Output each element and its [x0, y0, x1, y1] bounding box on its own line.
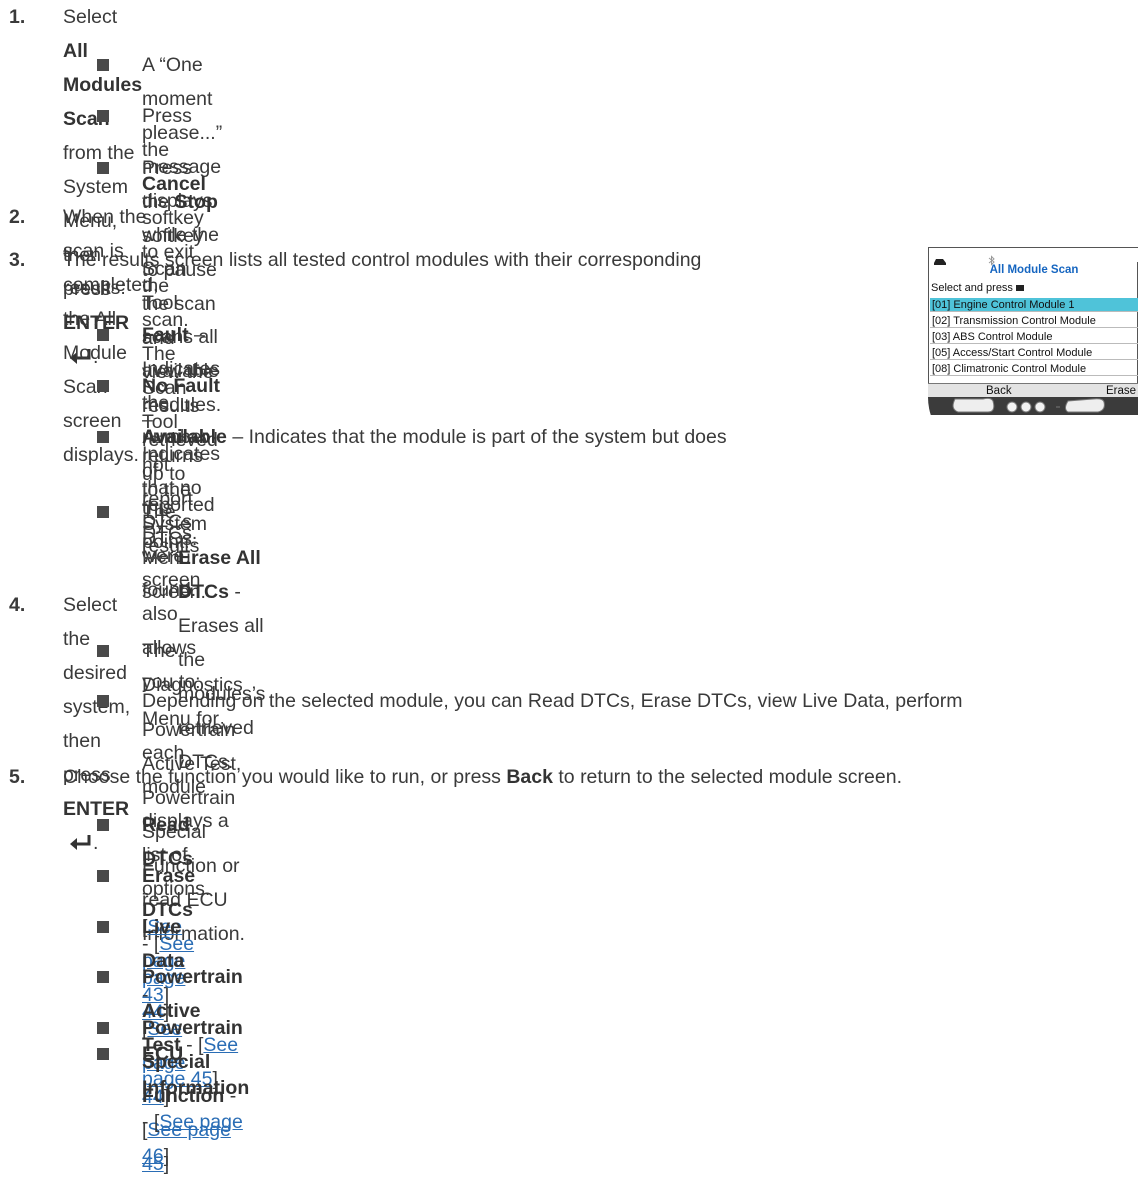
enter-key-label: ENTER — [63, 798, 130, 820]
bullet-square-icon — [97, 162, 109, 174]
bullet-square-icon — [97, 380, 109, 392]
bullet-square-icon — [97, 1022, 109, 1034]
bullet-square-icon — [97, 431, 109, 443]
step-number: 3. — [9, 249, 26, 271]
bullet-square-icon — [97, 645, 109, 657]
bullet-square-icon — [97, 110, 109, 122]
step-text-post: to return to the selected module screen. — [552, 766, 902, 788]
bullet-text: Depending on the selected module, you ca… — [142, 690, 963, 712]
bullet-square-icon — [97, 870, 109, 882]
back-softkey[interactable]: Back — [986, 384, 1012, 398]
scan-tool-device-image: All Module Scan Select and press [01] En… — [928, 247, 1138, 415]
enter-key-icon — [69, 827, 93, 861]
bullet-square-icon — [97, 59, 109, 71]
screen-prompt: Select and press — [931, 282, 1024, 294]
step-number: 2. — [9, 206, 26, 228]
link-separator: - [ — [142, 1111, 160, 1133]
device-buttons-icon — [952, 397, 1105, 413]
step-text-pre: Choose the function you would like to ru… — [63, 766, 507, 788]
step-text: results: — [63, 277, 126, 299]
bullet-square-icon — [97, 819, 109, 831]
module-row[interactable]: [03] ABS Control Module — [930, 330, 1138, 344]
bullet-square-icon — [97, 1048, 109, 1060]
device-bezel — [928, 397, 1138, 415]
bullet-square-icon — [97, 971, 109, 983]
status-bar — [929, 248, 1138, 266]
ecu-information-term: ECU Information — [142, 1043, 250, 1099]
module-row[interactable]: [08] Climatronic Control Module — [930, 362, 1138, 376]
available-term: Available — [142, 426, 227, 448]
bullet-square-icon — [97, 921, 109, 933]
step-text: Choose the function you would like to ru… — [63, 760, 902, 794]
step-number: 1. — [9, 6, 26, 28]
module-row[interactable]: [05] Access/Start Control Module — [930, 346, 1138, 360]
module-row-selected[interactable]: [01] Engine Control Module 1 — [930, 298, 1138, 312]
device-screen: All Module Scan Select and press [01] En… — [928, 247, 1138, 393]
bullet-square-icon — [97, 695, 109, 707]
step-text-post: . — [93, 832, 99, 854]
bullet-square-icon — [97, 329, 109, 341]
step-number: 5. — [9, 766, 26, 788]
step-text-pre: Select the desired system, then press — [63, 594, 131, 786]
back-key-label: Back — [506, 766, 553, 788]
bullet-text: ECU Information - [See page 46] — [142, 1037, 249, 1173]
step-text-pre: Select — [63, 6, 118, 28]
no-fault-term: No Fault — [142, 375, 220, 397]
bullet-text: Available – Indicates that the module is… — [142, 420, 727, 454]
screen-title: All Module Scan — [989, 264, 1079, 276]
stop-softkey-label: Stop — [174, 191, 218, 213]
fault-term: Fault — [142, 324, 189, 346]
erase-all-dtcs-term: Erase All DTCs — [178, 547, 261, 603]
bullet-text-post: – Indicates that the module is part of t… — [226, 426, 727, 448]
dash-icon — [144, 557, 162, 559]
bullet-square-icon — [97, 506, 109, 518]
softkey-bar: Back Erase A — [928, 383, 1138, 411]
module-row[interactable]: [02] Transmission Control Module — [930, 314, 1138, 328]
manual-page: 1. Select All Modules Scan from the Syst… — [0, 0, 1138, 1175]
step-number: 4. — [9, 594, 26, 616]
enter-key-icon — [1016, 285, 1024, 292]
screen-prompt-text: Select and press — [931, 282, 1013, 294]
step-text: The results screen lists all tested cont… — [63, 249, 702, 271]
link-bracket: ] — [163, 1145, 170, 1167]
